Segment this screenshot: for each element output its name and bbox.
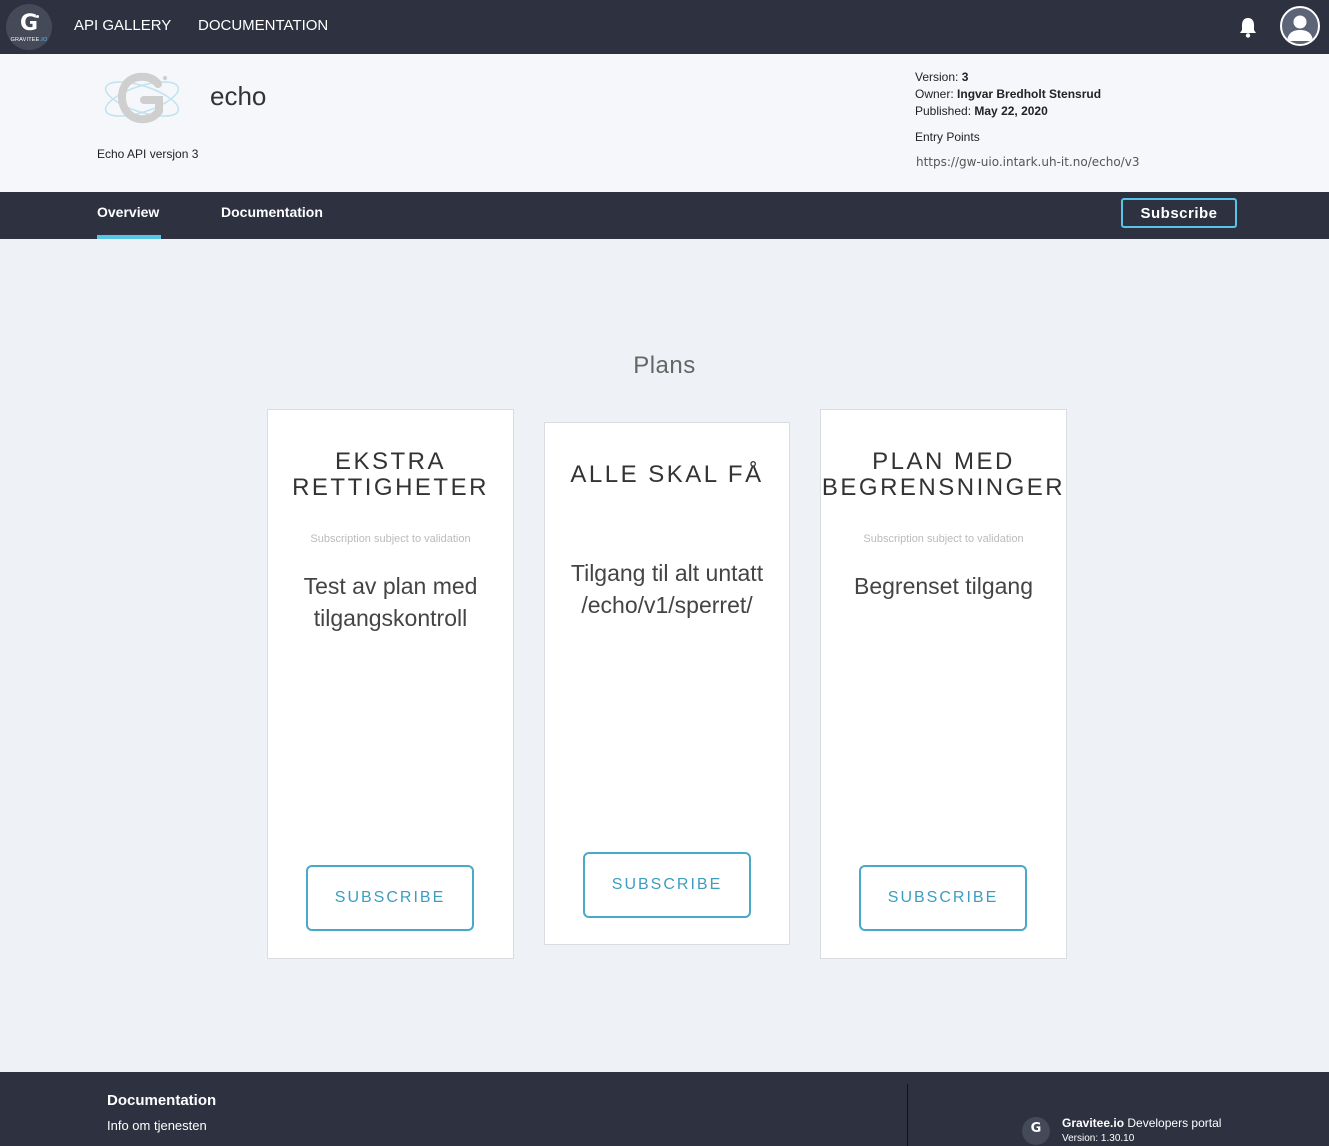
api-description: Echo API versjon 3 <box>97 147 199 161</box>
gravitee-logo[interactable]: G GRAVITEE.IO <box>6 4 52 50</box>
plan-name: PLAN MED BEGRENSNINGER <box>821 448 1066 501</box>
api-name: echo <box>210 81 267 111</box>
tab-overview[interactable]: Overview <box>97 204 159 220</box>
plan-validation-note: Subscription subject to validation <box>863 533 1024 545</box>
plan-description: Tilgang til alt untatt/echo/v1/sperret/ <box>570 560 764 618</box>
nav-documentation[interactable]: DOCUMENTATION <box>198 17 328 34</box>
logo-dot <box>36 15 39 18</box>
tab-documentation[interactable]: Documentation <box>221 204 323 220</box>
plans-title: Plans <box>633 352 696 379</box>
plan-card-alle-skal-fa: ALLE SKAL FÅ Tilgang til alt untatt/echo… <box>544 422 790 945</box>
active-tab-indicator <box>97 235 161 239</box>
subscribe-button[interactable]: Subscribe <box>1121 198 1237 228</box>
footer-link-info[interactable]: Info om tjenesten <box>107 1118 207 1133</box>
plan-subscribe-button[interactable]: SUBSCRIBE <box>306 865 474 931</box>
footer-logo-letter: G <box>1030 1121 1042 1136</box>
api-subnav: Overview Documentation Subscribe <box>0 192 1329 239</box>
api-version: Version: 3 <box>915 70 969 84</box>
footer-portal-name: Gravitee.io Developers portal <box>1062 1116 1222 1130</box>
plan-name: EKSTRA RETTIGHETER <box>292 448 489 501</box>
footer-gravitee-logo: G <box>1022 1117 1050 1145</box>
footer-title: Documentation <box>107 1092 217 1109</box>
plan-description: Begrenset tilgang <box>853 573 1033 599</box>
api-header: echo Echo API versjon 3 Version: 3 Owner… <box>0 54 1329 192</box>
plan-card-ekstra-rettigheter: EKSTRA RETTIGHETER Subscription subject t… <box>267 409 514 959</box>
api-logo-icon <box>104 72 180 124</box>
plan-name: ALLE SKAL FÅ <box>570 461 764 488</box>
logo-text: GRAVITEE.IO <box>10 37 48 43</box>
footer-version: Version: 1.30.10 <box>1062 1133 1135 1144</box>
plan-card-plan-med-begrensninger: PLAN MED BEGRENSNINGER Subscription subje… <box>820 409 1067 959</box>
top-navbar: G GRAVITEE.IO API GALLERY DOCUMENTATION <box>0 0 1329 54</box>
plan-description: Test av plan med tilgangskontroll <box>303 573 478 631</box>
bell-icon[interactable] <box>1238 16 1258 38</box>
footer-divider <box>907 1084 908 1146</box>
plan-validation-note: Subscription subject to validation <box>310 533 471 545</box>
user-avatar-icon[interactable] <box>1280 6 1320 46</box>
api-owner: Owner: Ingvar Bredholt Stensrud <box>915 87 1102 101</box>
footer: Documentation Info om tjenesten G Gravit… <box>0 1072 1329 1146</box>
entry-point-url[interactable]: https://gw-uio.intark.uh-it.no/echo/v3 <box>916 155 1139 169</box>
nav-api-gallery[interactable]: API GALLERY <box>74 17 171 34</box>
plan-subscribe-button[interactable]: SUBSCRIBE <box>859 865 1027 931</box>
logo-letter: G <box>19 11 39 36</box>
plan-subscribe-button[interactable]: SUBSCRIBE <box>583 852 751 918</box>
entry-points-label: Entry Points <box>915 130 980 144</box>
api-published: Published: May 22, 2020 <box>915 104 1048 118</box>
